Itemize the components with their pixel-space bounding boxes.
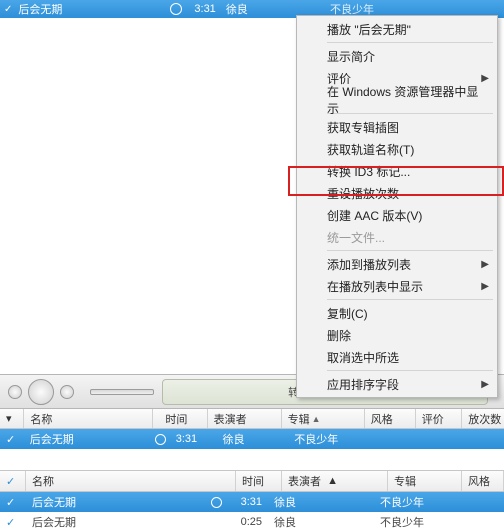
col-plays[interactable]: 放次数	[462, 409, 504, 428]
check-icon: ✓	[6, 516, 15, 529]
check-icon: ✓	[6, 496, 15, 509]
context-menu: 播放 "后会无期" 显示简介 评价▶ 在 Windows 资源管理器中显示 获取…	[296, 15, 498, 398]
cell-album: 不良少年	[374, 514, 448, 530]
check-icon: ✓	[6, 475, 15, 488]
col-checkbox[interactable]: ▾	[0, 409, 24, 428]
cell-name: 后会无期	[26, 514, 222, 530]
col-checkbox[interactable]: ✓	[0, 471, 26, 491]
column-headers: ▾ 名称 时间 表演者 专辑▲ 风格 评价 放次数	[0, 409, 504, 429]
menu-reset-plays[interactable]: 重设播放次数	[299, 182, 495, 204]
chevron-right-icon: ▶	[481, 259, 489, 270]
cell-artist: 徐良	[268, 514, 374, 530]
track-title: 后会无期	[18, 1, 170, 17]
menu-copy[interactable]: 复制(C)	[299, 302, 495, 324]
prev-button[interactable]	[8, 385, 22, 399]
col-artist[interactable]: 表演者 ▲	[282, 471, 388, 491]
col-time[interactable]: 时间	[159, 409, 207, 428]
menu-label: 添加到播放列表	[327, 256, 411, 273]
menu-create-aac[interactable]: 创建 AAC 版本(V)	[299, 204, 495, 226]
menu-get-track-names[interactable]: 获取轨道名称(T)	[299, 138, 495, 160]
menu-separator	[327, 299, 493, 300]
menu-play[interactable]: 播放 "后会无期"	[299, 18, 495, 40]
menu-deselect[interactable]: 取消选中所选	[299, 346, 495, 368]
chevron-right-icon: ▶	[481, 281, 489, 292]
col-artist[interactable]: 表演者	[208, 409, 282, 428]
cell-name: 后会无期	[24, 429, 149, 449]
library-panel: ✓ 名称 时间 表演者 ▲ 专辑 风格 ✓ 后会无期 3:31 徐良 不良少年 …	[0, 470, 504, 532]
menu-delete[interactable]: 删除	[299, 324, 495, 346]
menu-convert-id3[interactable]: 转换 ID3 标记...	[299, 160, 495, 182]
col-time[interactable]: 时间	[236, 471, 282, 491]
col-rating[interactable]: 评价	[416, 409, 462, 428]
col-album[interactable]: 专辑	[388, 471, 462, 491]
column-headers: ✓ 名称 时间 表演者 ▲ 专辑 风格	[0, 470, 504, 492]
cell-time: 0:25	[222, 516, 268, 528]
menu-separator	[327, 370, 493, 371]
menu-get-artwork[interactable]: 获取专辑插图	[299, 116, 495, 138]
next-button[interactable]	[60, 385, 74, 399]
cell-album: 不良少年	[288, 429, 369, 449]
track-duration: 3:31	[194, 3, 215, 15]
track-artist: 徐良	[226, 1, 248, 17]
col-genre[interactable]: 风格	[365, 409, 416, 428]
col-label: 表演者	[288, 473, 321, 489]
menu-show-in-playlist[interactable]: 在播放列表中显示 ▶	[299, 275, 495, 297]
cell-artist: 徐良	[217, 429, 289, 449]
col-name[interactable]: 名称	[24, 409, 153, 428]
chevron-right-icon: ▶	[481, 73, 489, 84]
table-row[interactable]: ✓ 后会无期 3:31 徐良 不良少年	[0, 492, 504, 512]
check-icon: ✓	[6, 433, 15, 446]
col-label: 专辑	[288, 411, 310, 427]
sort-asc-icon: ▲	[312, 414, 321, 424]
menu-separator	[327, 42, 493, 43]
playing-icon	[155, 434, 166, 445]
menu-separator	[327, 250, 493, 251]
playing-icon	[211, 497, 222, 508]
cell-time: 3:31	[222, 496, 268, 508]
chevron-right-icon: ▶	[481, 379, 489, 390]
cell-artist: 徐良	[268, 494, 374, 510]
menu-show-info[interactable]: 显示简介	[299, 45, 495, 67]
menu-consolidate: 统一文件...	[299, 226, 495, 248]
col-genre[interactable]: 风格	[462, 471, 504, 491]
check-icon: ✓	[4, 4, 12, 15]
col-album[interactable]: 专辑▲	[282, 409, 365, 428]
table-row[interactable]: ✓ 后会无期 0:25 徐良 不良少年	[0, 512, 504, 532]
play-button[interactable]	[28, 379, 54, 405]
table-row[interactable]: ✓ 后会无期 3:31 徐良 不良少年	[0, 429, 504, 449]
menu-label: 应用排序字段	[327, 376, 399, 393]
menu-label: 在播放列表中显示	[327, 278, 423, 295]
track-list: ✓ 后会无期 3:31 徐良 不良少年 ✓ 后会无期 0:25 徐良 不良少年	[0, 492, 504, 532]
cell-name: 后会无期	[32, 494, 76, 510]
sort-asc-icon: ▲	[327, 475, 338, 487]
volume-slider[interactable]	[90, 389, 154, 395]
playing-icon	[170, 3, 182, 15]
menu-show-in-explorer[interactable]: 在 Windows 资源管理器中显示	[299, 89, 495, 111]
col-name[interactable]: 名称	[26, 471, 236, 491]
menu-add-to-playlist[interactable]: 添加到播放列表 ▶	[299, 253, 495, 275]
menu-apply-sort[interactable]: 应用排序字段 ▶	[299, 373, 495, 395]
cell-time: 3:31	[170, 429, 217, 449]
cell-album: 不良少年	[374, 494, 448, 510]
